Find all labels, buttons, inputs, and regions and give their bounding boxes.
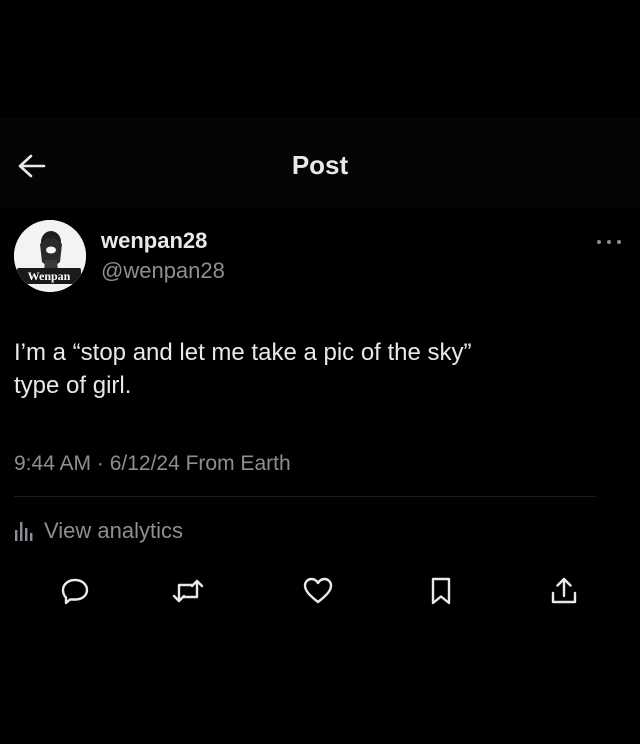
view-analytics-button[interactable]: View analytics — [14, 516, 183, 546]
bookmark-button[interactable] — [424, 574, 458, 608]
more-options-button[interactable] — [592, 232, 626, 252]
post-text-line: I’m a “stop and let me take a pic of the… — [14, 339, 472, 366]
repost-button[interactable] — [171, 574, 205, 608]
view-analytics-label: View analytics — [44, 518, 183, 543]
reply-icon — [61, 578, 89, 605]
username-handle[interactable]: @wenpan28 — [101, 257, 225, 285]
page-title: Post — [291, 150, 349, 180]
repost-icon — [172, 579, 204, 603]
display-name[interactable]: wenpan28 — [101, 227, 207, 255]
reply-button[interactable] — [58, 574, 92, 608]
bar-chart-icon — [15, 522, 33, 541]
avatar[interactable]: Wenpan — [14, 220, 86, 292]
bookmark-icon — [431, 577, 451, 605]
like-button[interactable] — [301, 574, 335, 608]
post-timestamp: 9:44 AM · 6/12/24 From Earth — [14, 452, 291, 475]
post-text-line: type of girl. — [14, 372, 132, 399]
share-icon — [551, 577, 577, 604]
profile-picture: Wenpan — [14, 220, 86, 292]
more-dots-icon — [597, 240, 621, 244]
share-button[interactable] — [547, 574, 581, 608]
post-text: I’m a “stop and let me take a pic of the… — [14, 336, 624, 402]
divider — [14, 496, 596, 497]
svg-text:Wenpan: Wenpan — [28, 269, 71, 283]
heart-icon — [303, 577, 333, 604]
